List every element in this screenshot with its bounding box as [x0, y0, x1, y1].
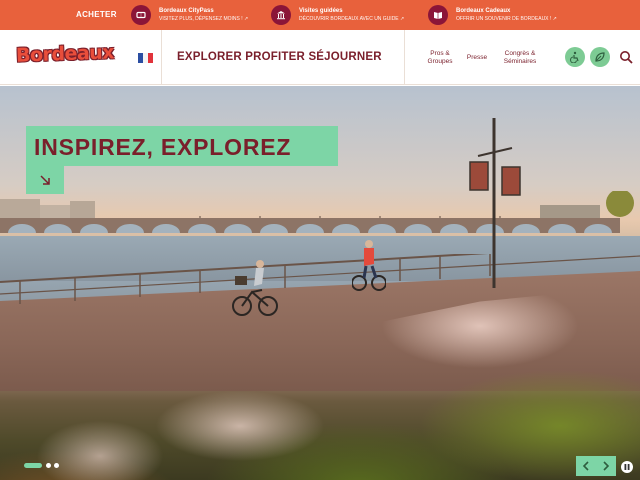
top-promo-bar: ACHETER Bordeaux CityPass VISITEZ PLUS, … — [0, 0, 640, 30]
flag-red — [148, 53, 153, 63]
hero-headline-panel: INSPIREZ, EXPLOREZ — [26, 126, 338, 166]
promo-title: Bordeaux CityPass — [159, 8, 214, 14]
main-nav: EXPLORER PROFITER SÉJOURNER — [177, 51, 382, 63]
carousel-prev-button[interactable] — [576, 456, 596, 476]
hero-cta-button[interactable] — [26, 166, 64, 194]
cyclist — [232, 260, 278, 316]
accessibility-icon — [570, 51, 579, 63]
book-icon — [428, 5, 448, 25]
nav-congres-line2: Séminaires — [503, 58, 537, 65]
accessibility-button[interactable] — [565, 47, 585, 67]
nav-pros-line2: Groupes — [427, 58, 453, 65]
monument-icon — [271, 5, 291, 25]
arrow-down-right-icon — [40, 175, 50, 185]
hero-headline: INSPIREZ, EXPLOREZ — [34, 134, 292, 160]
chevron-left-icon — [582, 461, 589, 471]
carousel-pause-button[interactable] — [621, 461, 633, 473]
cyclist — [352, 240, 386, 291]
promo-subtitle: DÉCOUVRIR BORDEAUX AVEC UN GUIDE ↗ — [299, 16, 405, 22]
divider — [404, 30, 405, 85]
pause-icon — [624, 464, 630, 470]
nav-pros-line1: Pros & — [430, 50, 450, 57]
promo-title: Visites guidées — [299, 8, 343, 14]
promo-title: Bordeaux Cadeaux — [456, 8, 511, 14]
chevron-right-icon — [603, 461, 610, 471]
pont-de-pierre — [0, 216, 620, 233]
nav-pros-groupes[interactable]: Pros & Groupes — [421, 50, 459, 66]
carousel-dot[interactable] — [46, 463, 51, 468]
nav-sejourner[interactable]: SÉJOURNER — [308, 51, 381, 63]
promo-subtitle: OFFRIR UN SOUVENIR DE BORDEAUX ! ↗ — [456, 16, 557, 22]
ticket-icon — [131, 5, 151, 25]
language-selector[interactable] — [138, 53, 153, 63]
site-header: Bordeaux EXPLORER PROFITER SÉJOURNER Pro… — [0, 30, 640, 85]
search-icon — [620, 51, 633, 64]
carousel-dot-active[interactable] — [24, 463, 42, 468]
nav-profiter[interactable]: PROFITER — [245, 51, 305, 63]
nav-presse[interactable]: Presse — [463, 54, 491, 62]
nav-congres-seminaires[interactable]: Congrès & Séminaires — [498, 50, 542, 66]
carousel-next-button[interactable] — [596, 456, 616, 476]
carousel-arrows — [576, 456, 616, 476]
bordeaux-logo[interactable]: Bordeaux — [16, 41, 115, 66]
nav-explorer[interactable]: EXPLORER — [177, 51, 242, 63]
leaf-icon — [595, 52, 605, 62]
acheter-label: ACHETER — [76, 10, 117, 19]
hero-banner: INSPIREZ, EXPLOREZ — [0, 86, 640, 480]
divider — [161, 30, 162, 85]
search-button[interactable] — [619, 50, 633, 69]
nav-congres-line1: Congrès & — [504, 50, 536, 57]
street-lamp — [469, 118, 521, 288]
promo-subtitle: VISITEZ PLUS, DÉPENSEZ MOINS ! ↗ — [159, 16, 249, 22]
carousel-dot[interactable] — [54, 463, 59, 468]
eco-button[interactable] — [590, 47, 610, 67]
